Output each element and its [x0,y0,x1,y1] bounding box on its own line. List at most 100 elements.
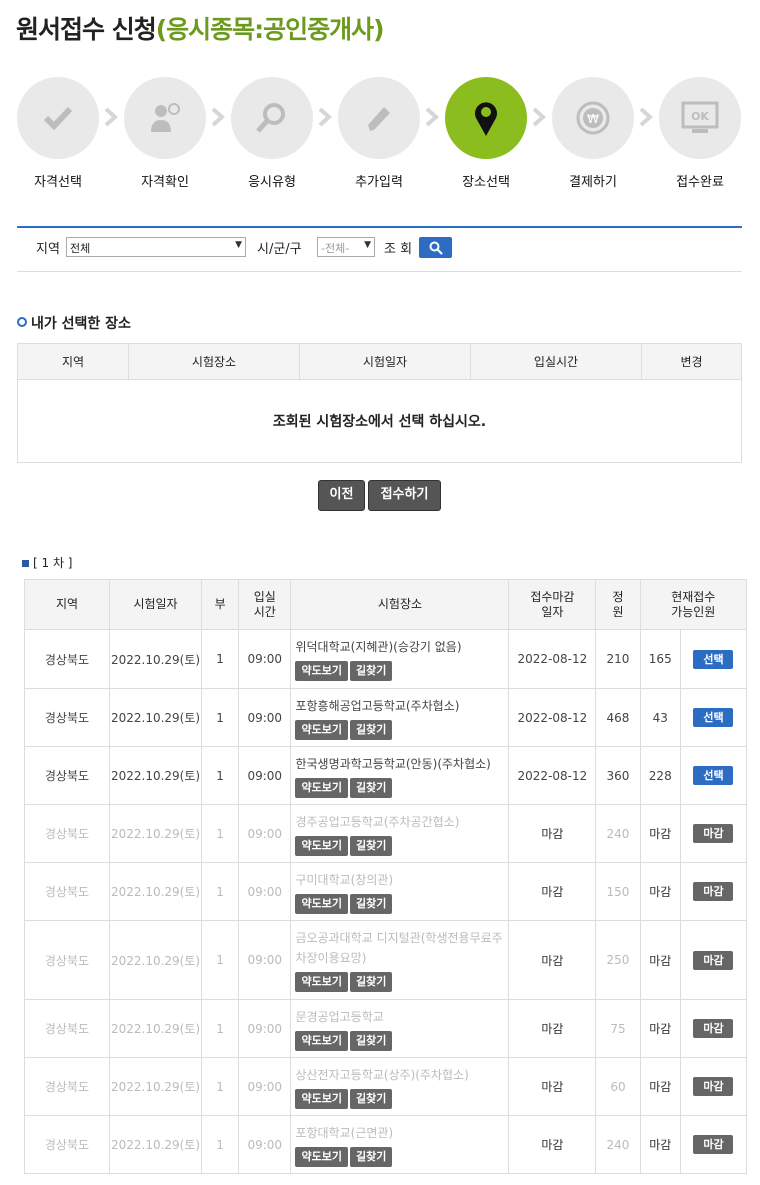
cell-part: 1 [201,999,240,1058]
route-button[interactable]: 길찾기 [349,719,393,740]
step-label: 응시유형 [248,175,296,190]
cell-deadline: 2022-08-12 [508,688,597,747]
place-name: 한국생명과학고등학교(안동)(주차협소) [295,756,491,771]
cell-time: 09:00 [238,688,292,747]
cell-region: 경상북도 [24,629,110,689]
route-button[interactable]: 길찾기 [349,1146,393,1167]
step-7: OK 접수완료 [658,77,742,190]
step-label: 자격확인 [141,175,189,190]
cell-date: 2022.10.29(토) [108,688,203,747]
route-button[interactable]: 길찾기 [349,893,393,914]
cell-deadline: 마감 [508,920,597,1000]
cell-region: 경상북도 [24,746,110,805]
chevron-right-icon [104,103,119,131]
closed-button: 마감 [693,824,734,843]
step-label: 결제하기 [569,175,617,190]
col-time: 입실 시간 [238,579,292,630]
cell-capacity: 240 [595,804,641,863]
round-label[interactable]: [ 1 차 ] [22,554,72,571]
cell-region: 경상북도 [24,804,110,863]
magnifier-icon [231,77,313,159]
chevron-down-icon: ▼ [235,240,242,250]
step-6: ₩ 결제하기 [551,77,635,190]
chevron-right-icon [318,103,333,131]
cell-part: 1 [201,1115,240,1174]
table-row: 경상북도 2022.10.29(토) 1 09:00 포항흥해공업고등학교(주차협소) 약… [24,688,748,747]
svg-text:₩: ₩ [587,112,599,126]
collapse-icon [22,560,29,567]
route-button[interactable]: 길찾기 [349,1030,393,1051]
route-button[interactable]: 길찾기 [349,777,393,798]
title-main: 원서접수 신청 [16,15,157,44]
map-button[interactable]: 약도보기 [295,777,348,798]
cell-time: 09:00 [238,746,292,805]
cell-time: 09:00 [238,999,292,1058]
map-button[interactable]: 약도보기 [295,972,348,992]
pencil-icon [338,77,420,159]
route-button[interactable]: 길찾기 [349,972,393,992]
svg-text:OK: OK [691,110,709,123]
place-name: 위덕대학교(지혜관)(승강기 없음) [295,640,462,654]
cell-action: 마감 [679,1115,748,1174]
cell-capacity: 360 [595,746,641,805]
step-label: 자격선택 [34,175,82,190]
cell-date: 2022.10.29(토) [108,629,203,689]
map-button[interactable]: 약도보기 [295,1088,348,1109]
place-name: 구미대학교(창의관) [295,872,394,887]
closed-button: 마감 [693,1019,734,1038]
route-button[interactable]: 길찾기 [349,835,393,856]
cell-time: 09:00 [238,804,292,863]
select-button[interactable]: 선택 [693,649,734,669]
cell-region: 경상북도 [24,1115,110,1174]
empty-message: 조회된 시험장소에서 선택 하십시오. [17,379,742,463]
search-bar: 지역 전체 ▼ 시/군/구 -전체- ▼ 조 회 [17,226,742,272]
submit-button[interactable]: 접수하기 [368,480,441,511]
route-button[interactable]: 길찾기 [349,661,393,681]
cell-remain: 마감 [639,862,681,921]
cell-date: 2022.10.29(토) [108,999,203,1058]
bullet-icon [17,317,27,327]
cell-part: 1 [201,862,240,921]
cell-remain: 마감 [639,1115,681,1174]
cell-capacity: 75 [595,999,641,1058]
col-remain: 현재접수 가능인원 [639,579,748,630]
col-capacity: 정 원 [595,579,641,630]
prev-button[interactable]: 이전 [318,480,365,511]
map-button[interactable]: 약도보기 [295,1030,348,1051]
cell-time: 09:00 [238,629,292,689]
place-name: 금오공과대학교 디지털관(학생전용무료주차장이용요망) [295,931,503,965]
region-select[interactable]: 전체 ▼ [66,237,246,257]
closed-button: 마감 [693,1135,734,1154]
step-4: 추가입력 [337,77,421,190]
map-button[interactable]: 약도보기 [295,1146,348,1167]
select-button[interactable]: 선택 [693,766,734,785]
cell-deadline: 2022-08-12 [508,629,597,689]
won-coin-icon: ₩ [552,77,634,159]
city-select[interactable]: -전체- ▼ [317,237,375,257]
search-button[interactable] [419,237,452,258]
cell-remain: 마감 [639,1057,681,1116]
selected-place-table: 지역 시험장소 시험일자 입실시간 변경 조회된 시험장소에서 선택 하십시오. [17,343,742,463]
cell-action: 마감 [679,920,748,1000]
map-button[interactable]: 약도보기 [295,719,348,740]
place-name: 경주공업고등학교(주차공간협소) [295,814,460,829]
map-pin-icon [445,77,527,159]
col-region: 지역 [24,579,110,630]
closed-button: 마감 [693,1077,734,1096]
step-label: 장소선택 [462,175,510,190]
cell-capacity: 240 [595,1115,641,1174]
map-button[interactable]: 약도보기 [295,661,348,681]
route-button[interactable]: 길찾기 [349,1088,393,1109]
col-time: 입실시간 [470,343,642,380]
chevron-right-icon [639,103,654,131]
cell-action: 마감 [679,862,748,921]
table-row: 경상북도 2022.10.29(토) 1 09:00 경주공업고등학교(주차공간협소) 약… [24,804,748,863]
map-button[interactable]: 약도보기 [295,835,348,856]
select-button[interactable]: 선택 [693,708,734,727]
chevron-right-icon [532,103,547,131]
cell-remain: 마감 [639,920,681,1000]
closed-button: 마감 [693,950,734,970]
cell-part: 1 [201,746,240,805]
chevron-right-icon [425,103,440,131]
map-button[interactable]: 약도보기 [295,893,348,914]
